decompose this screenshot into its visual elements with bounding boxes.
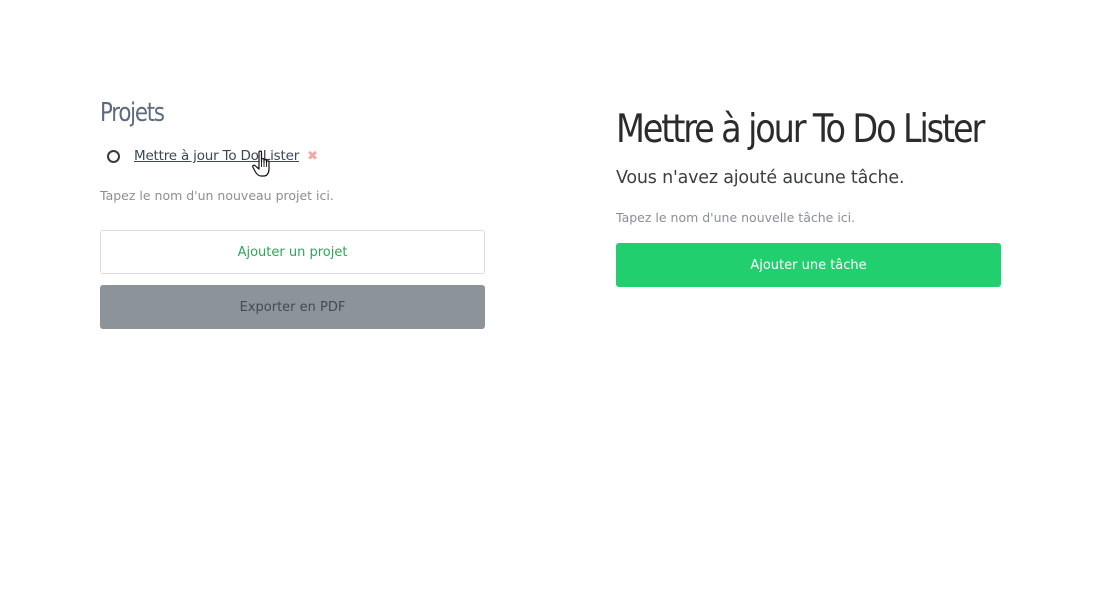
projects-heading: Projets <box>100 98 165 128</box>
add-project-button[interactable]: Ajouter un projet <box>100 230 485 274</box>
task-list-title: Mettre à jour To Do Lister <box>616 107 985 152</box>
add-task-button[interactable]: Ajouter une tâche <box>616 243 1001 287</box>
tasks-panel: Mettre à jour To Do Lister Vous n'avez a… <box>616 104 1001 287</box>
hand-pointer-icon <box>252 150 270 177</box>
project-list: Mettre à jour To Do Lister ✖ <box>100 144 485 177</box>
new-project-hint: Tapez le nom d'un nouveau projet ici. <box>100 188 334 203</box>
empty-tasks-message: Vous n'avez ajouté aucune tâche. <box>616 168 905 188</box>
delete-project-icon[interactable]: ✖ <box>307 150 318 163</box>
export-pdf-button[interactable]: Exporter en PDF <box>100 285 485 329</box>
project-list-item[interactable]: Mettre à jour To Do Lister ✖ <box>100 144 485 177</box>
radio-circle-icon[interactable] <box>107 149 120 163</box>
projects-panel: Projets Mettre à jour To Do Lister ✖ Tap… <box>100 96 485 329</box>
new-task-hint: Tapez le nom d'une nouvelle tâche ici. <box>616 210 856 225</box>
